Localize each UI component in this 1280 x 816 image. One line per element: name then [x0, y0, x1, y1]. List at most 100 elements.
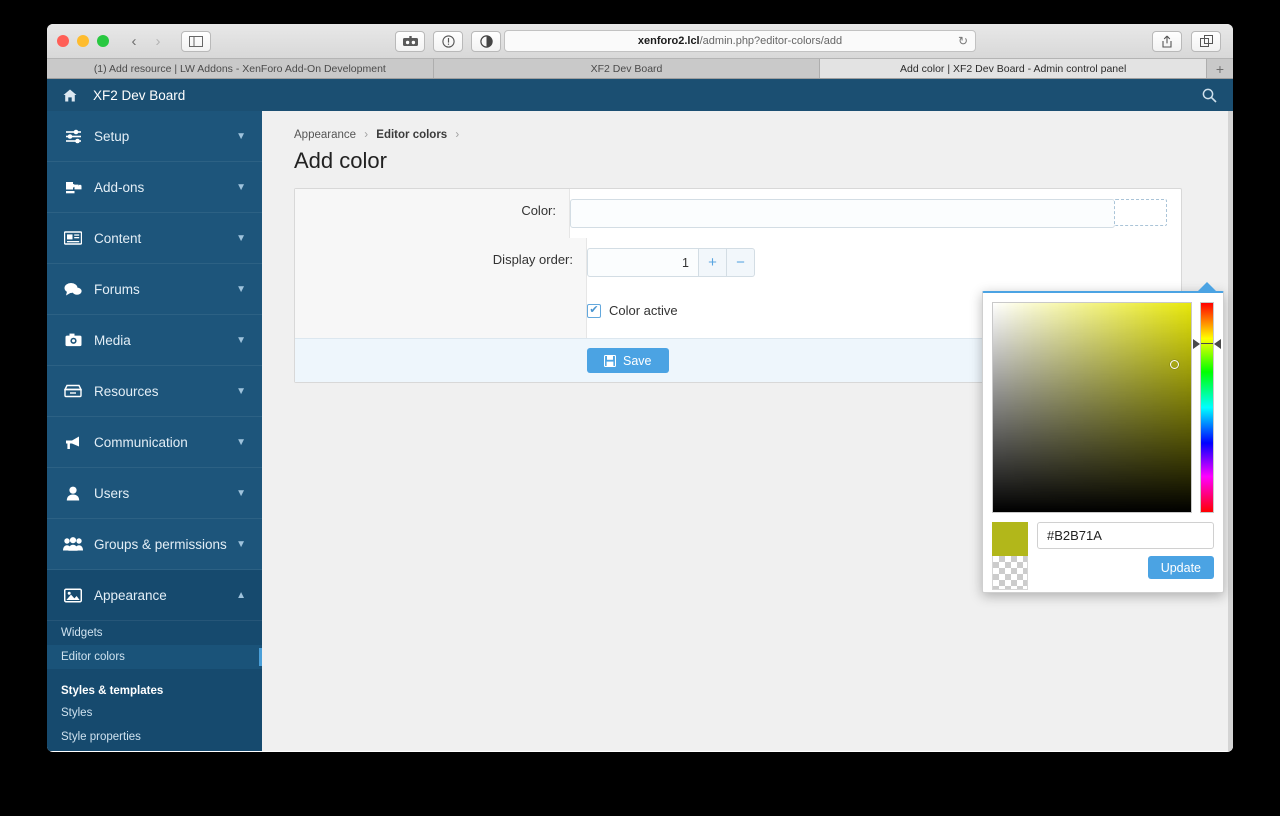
sidebar-subitem-styles[interactable]: Styles	[47, 701, 262, 725]
minimize-window-button[interactable]	[77, 35, 89, 47]
tab-strip: (1) Add resource | LW Addons - XenForo A…	[47, 59, 1233, 79]
home-icon[interactable]	[63, 89, 77, 102]
update-color-button[interactable]: Update	[1148, 556, 1214, 579]
hex-color-input[interactable]	[1037, 522, 1214, 549]
hue-marker-left-icon	[1193, 339, 1200, 349]
sidebar-item-label: Groups & permissions	[94, 537, 227, 552]
picker-controls: Update	[983, 513, 1223, 599]
sidebar-subitem-editor-colors[interactable]: Editor colors	[47, 645, 262, 669]
reload-icon[interactable]: ↻	[958, 34, 968, 48]
chevron-down-icon: ▼	[236, 488, 246, 499]
page-viewport: XF2 Dev Board Setup ▼	[47, 79, 1233, 751]
admin-header: XF2 Dev Board	[47, 79, 1233, 111]
floppy-disk-icon	[604, 355, 616, 367]
page-title-header: XF2 Dev Board	[93, 88, 185, 103]
decrement-button[interactable]: −	[727, 248, 755, 277]
sidebar-item-setup[interactable]: Setup ▼	[47, 111, 262, 162]
sidebar-item-media[interactable]: Media ▼	[47, 315, 262, 366]
hue-marker-line	[1201, 343, 1213, 344]
show-tabs-icon[interactable]	[1191, 31, 1221, 52]
sidebar-item-forums[interactable]: Forums ▼	[47, 264, 262, 315]
page-title: Add color	[294, 148, 1203, 174]
search-icon[interactable]	[1202, 88, 1217, 103]
chevron-down-icon: ▼	[236, 284, 246, 295]
browser-tab-active[interactable]: Add color | XF2 Dev Board - Admin contro…	[820, 59, 1207, 78]
display-order-label: Display order:	[295, 238, 587, 287]
display-order-input[interactable]	[587, 248, 699, 277]
breadcrumb-editor-colors[interactable]: Editor colors	[376, 129, 447, 141]
breadcrumb-appearance[interactable]: Appearance	[294, 129, 356, 141]
color-active-checkbox[interactable]: ✔	[587, 304, 601, 318]
bookmarks-icon[interactable]	[395, 31, 425, 52]
sidebar-item-add-ons[interactable]: Add-ons ▼	[47, 162, 262, 213]
transparency-checker-swatch[interactable]	[992, 556, 1028, 590]
sidebar-item-resources[interactable]: Resources ▼	[47, 366, 262, 417]
chevron-down-icon: ▼	[236, 539, 246, 550]
save-button[interactable]: Save	[587, 348, 669, 373]
sidebar-item-label: Users	[94, 486, 129, 501]
breadcrumb-separator: ›	[364, 129, 368, 141]
color-input[interactable]	[570, 199, 1115, 228]
toolbar-extension-buttons	[395, 31, 501, 52]
sidebar-item-content[interactable]: Content ▼	[47, 213, 262, 264]
back-chevron-icon[interactable]: ‹	[123, 31, 145, 52]
users-icon	[61, 537, 85, 551]
browser-tab[interactable]: (1) Add resource | LW Addons - XenForo A…	[47, 59, 434, 78]
increment-button[interactable]: +	[699, 248, 727, 277]
sidebar-item-label: Communication	[94, 435, 188, 450]
camera-icon	[61, 333, 85, 347]
display-order-stepper: + −	[587, 248, 1167, 277]
chevron-down-icon: ▼	[236, 182, 246, 193]
sidebar-item-label: Forums	[94, 282, 140, 297]
color-picker-popup: Update	[982, 291, 1224, 593]
sidebar-item-label: Resources	[94, 384, 159, 399]
page-scrollbar[interactable]	[1228, 111, 1233, 751]
saturation-value-cursor[interactable]	[1170, 360, 1179, 369]
browser-toolbar: ‹ › xenforo2.lcl/admin.php?editor-colors…	[47, 24, 1233, 59]
sidebar-toggle-icon[interactable]	[181, 31, 211, 52]
sidebar-item-label: Setup	[94, 129, 129, 144]
color-preview-stack	[992, 522, 1028, 590]
sidebar-subitem-widgets[interactable]: Widgets	[47, 621, 262, 645]
form-row-display-order: Display order: + −	[295, 238, 1181, 287]
chevron-down-icon: ▼	[236, 335, 246, 346]
archive-icon	[61, 384, 85, 398]
close-window-button[interactable]	[57, 35, 69, 47]
comments-icon	[61, 282, 85, 297]
form-row-color: Color:	[295, 189, 1181, 238]
breadcrumb: Appearance › Editor colors ›	[294, 129, 1203, 141]
breadcrumb-separator: ›	[455, 129, 459, 141]
bullhorn-icon	[61, 435, 85, 450]
contrast-circle-icon[interactable]	[471, 31, 501, 52]
address-bar[interactable]: xenforo2.lcl/admin.php?editor-colors/add…	[504, 30, 976, 52]
admin-sidebar: Setup ▼ Add-ons ▼ Content ▼	[47, 111, 262, 751]
hue-slider[interactable]	[1200, 302, 1214, 513]
sidebar-item-communication[interactable]: Communication ▼	[47, 417, 262, 468]
image-icon	[61, 588, 85, 603]
sidebar-item-label: Media	[94, 333, 131, 348]
sidebar-item-appearance[interactable]: Appearance ▲	[47, 570, 262, 621]
maximize-window-button[interactable]	[97, 35, 109, 47]
sidebar-subheader-styles-templates: Styles & templates	[47, 669, 262, 701]
info-circle-icon[interactable]	[433, 31, 463, 52]
forward-chevron-icon[interactable]: ›	[147, 31, 169, 52]
browser-tab[interactable]: XF2 Dev Board	[434, 59, 821, 78]
color-active-spacer	[295, 287, 587, 338]
sidebar-item-users[interactable]: Users ▼	[47, 468, 262, 519]
sidebar-item-groups-permissions[interactable]: Groups & permissions ▼	[47, 519, 262, 570]
share-icon[interactable]	[1152, 31, 1182, 52]
window-traffic-lights	[57, 35, 109, 47]
browser-window: ‹ › xenforo2.lcl/admin.php?editor-colors…	[47, 24, 1233, 752]
color-swatch-trigger[interactable]	[1114, 199, 1167, 226]
chevron-down-icon: ▼	[236, 386, 246, 397]
sidebar-filler	[47, 749, 262, 751]
newspaper-icon	[61, 231, 85, 245]
color-active-label: Color active	[609, 303, 678, 318]
hue-marker-right-icon	[1214, 339, 1221, 349]
url-text: xenforo2.lcl/admin.php?editor-colors/add	[638, 35, 842, 47]
toolbar-right-buttons	[1152, 31, 1221, 52]
sidebar-item-label: Content	[94, 231, 141, 246]
sidebar-subitem-style-properties[interactable]: Style properties	[47, 725, 262, 749]
new-tab-button[interactable]: +	[1207, 59, 1233, 78]
saturation-value-square[interactable]	[992, 302, 1192, 513]
